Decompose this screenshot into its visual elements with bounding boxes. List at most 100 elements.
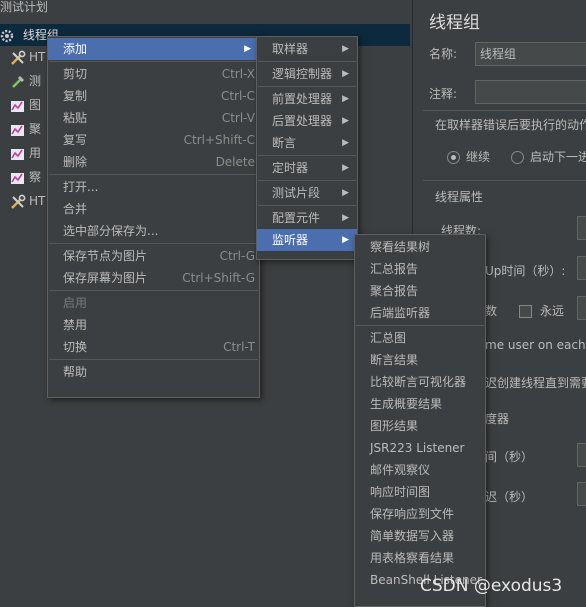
forever-label: 永远 <box>540 304 565 318</box>
context-menu-item[interactable]: 帮助 <box>48 361 259 383</box>
shortcut-label: Ctrl+Shift-G <box>182 271 255 285</box>
wrench-icon <box>10 50 26 66</box>
listener-submenu-item[interactable]: 聚合报告 <box>355 280 485 302</box>
gear-icon <box>0 28 16 44</box>
tree-item[interactable]: 用 <box>10 142 41 164</box>
name-field[interactable]: 线程组 <box>475 42 586 66</box>
tree-item[interactable]: HT <box>10 190 45 212</box>
tree-item-label: HT <box>29 194 46 208</box>
loop-field[interactable] <box>577 296 586 320</box>
submenu-arrow-icon: ▶ <box>342 69 349 79</box>
add-submenu-item-label: 断言 <box>272 136 297 150</box>
startup-delay-field[interactable] <box>577 482 586 506</box>
listener-submenu-item[interactable]: 比较断言可视化器 <box>355 371 485 393</box>
listener-submenu-item[interactable]: 汇总报告 <box>355 258 485 280</box>
listener-submenu-item-label: 图形结果 <box>370 419 419 433</box>
add-submenu-item[interactable]: 后置处理器 ▶ <box>257 110 357 132</box>
context-menu: 添加 ▶ 剪切 Ctrl-X 复制 Ctrl-C 粘贴 Ctrl-V 复写 Ctrl+Shift-… <box>47 36 260 398</box>
duration-label: 间（秒） <box>485 450 534 464</box>
shortcut-label: Ctrl-C <box>220 89 255 103</box>
add-submenu-item[interactable]: 监听器 ▶ <box>257 229 357 251</box>
tree-item[interactable]: 聚 <box>10 118 41 140</box>
context-menu-item-label: 删除 <box>63 155 88 169</box>
tree-item[interactable]: 图 <box>10 94 41 116</box>
forever-checkbox[interactable]: 永远 <box>519 302 564 319</box>
listener-submenu-item[interactable]: 断言结果 <box>355 349 485 371</box>
context-menu-item[interactable]: 禁用 <box>48 314 259 336</box>
same-user-label: me user on each it <box>485 338 586 352</box>
context-menu-item[interactable]: 删除 Delete <box>48 151 259 173</box>
startup-delay-label: 迟（秒） <box>485 490 534 504</box>
listener-submenu-item[interactable]: 用表格察看结果 <box>355 547 485 569</box>
listener-submenu-item[interactable]: 邮件观察仪 <box>355 459 485 481</box>
add-submenu-item[interactable]: 逻辑控制器 ▶ <box>257 63 357 85</box>
checkbox-icon <box>519 305 532 318</box>
thread-props-label: 线程属性 <box>435 190 484 204</box>
listener-submenu-item[interactable]: 后端监听器 <box>355 302 485 324</box>
context-menu-item[interactable]: 粘贴 Ctrl-V <box>48 107 259 129</box>
duration-field[interactable] <box>577 443 586 467</box>
menu-separator <box>49 290 258 291</box>
context-menu-item[interactable]: 剪切 Ctrl-X <box>48 63 259 85</box>
add-submenu-item[interactable]: 定时器 ▶ <box>257 157 357 179</box>
context-menu-item[interactable]: 保存屏幕为图片 Ctrl+Shift-G <box>48 267 259 289</box>
listener-submenu-item[interactable]: 保存响应到文件 <box>355 503 485 525</box>
rampup-field[interactable] <box>577 256 586 280</box>
shortcut-label: Ctrl+Shift-C <box>183 133 255 147</box>
menu-separator <box>356 325 484 326</box>
shortcut-label: Delete <box>215 155 255 169</box>
menu-separator <box>258 180 356 181</box>
listener-submenu-item[interactable]: 汇总图 <box>355 327 485 349</box>
submenu-arrow-icon: ▶ <box>342 116 349 126</box>
tree-item[interactable]: 察 <box>10 166 41 188</box>
context-menu-item-label: 切换 <box>63 340 88 354</box>
context-menu-item[interactable]: 复制 Ctrl-C <box>48 85 259 107</box>
menu-separator <box>49 359 258 360</box>
context-menu-item[interactable]: 保存节点为图片 Ctrl-G <box>48 245 259 267</box>
listener-submenu-item[interactable]: 生成概要结果 <box>355 393 485 415</box>
context-menu-item: 启用 <box>48 292 259 314</box>
context-menu-item[interactable]: 选中部分保存为... <box>48 220 259 242</box>
submenu-arrow-icon: ▶ <box>342 213 349 223</box>
tree-item[interactable]: 测 <box>10 70 41 92</box>
context-menu-item-label: 添加 <box>63 42 88 56</box>
radio-unselected-icon <box>511 151 524 164</box>
listener-submenu-item[interactable]: 响应时间图 <box>355 481 485 503</box>
tree-item-label: 聚 <box>29 122 42 136</box>
context-menu-item[interactable]: 打开... <box>48 176 259 198</box>
add-submenu-item[interactable]: 断言 ▶ <box>257 132 357 154</box>
delay-create-label: 迟创建线程直到需要 <box>485 376 586 390</box>
tree-item-label: 测试计划 <box>0 0 49 14</box>
submenu-arrow-icon: ▶ <box>342 235 349 245</box>
context-menu-item[interactable]: 复写 Ctrl+Shift-C <box>48 129 259 151</box>
add-submenu-item[interactable]: 取样器 ▶ <box>257 38 357 60</box>
submenu-arrow-icon: ▶ <box>342 94 349 104</box>
add-submenu-item-label: 取样器 <box>272 42 309 56</box>
comment-label: 注释: <box>429 87 458 101</box>
add-submenu-item[interactable]: 测试片段 ▶ <box>257 182 357 204</box>
add-submenu-item-label: 定时器 <box>272 161 309 175</box>
tree-item-label: 用 <box>29 146 42 160</box>
threads-field[interactable] <box>577 216 586 240</box>
radio-start-next[interactable]: 启动下一进 <box>511 148 586 165</box>
comment-field[interactable] <box>475 80 586 104</box>
graph-icon <box>10 122 26 138</box>
add-submenu-item[interactable]: 配置元件 ▶ <box>257 207 357 229</box>
listener-submenu-item-label: 聚合报告 <box>370 284 419 298</box>
submenu-arrow-icon: ▶ <box>342 138 349 148</box>
tree-item[interactable]: HT <box>10 46 45 68</box>
listener-submenu-item-label: 后端监听器 <box>370 306 431 320</box>
tree-item-label: HT <box>29 50 46 64</box>
add-submenu-item[interactable]: 前置处理器 ▶ <box>257 88 357 110</box>
context-menu-item[interactable]: 合并 <box>48 198 259 220</box>
radio-continue[interactable]: 继续 <box>447 148 490 165</box>
listener-submenu-item[interactable]: 图形结果 <box>355 415 485 437</box>
context-menu-item-label: 打开... <box>63 180 99 194</box>
context-menu-item[interactable]: 切换 Ctrl-T <box>48 336 259 358</box>
context-menu-item[interactable]: 添加 ▶ <box>48 38 259 60</box>
listener-submenu-item[interactable]: JSR223 Listener <box>355 437 485 459</box>
listener-submenu-item[interactable]: 简单数据写入器 <box>355 525 485 547</box>
listener-submenu-item[interactable]: 察看结果树 <box>355 236 485 258</box>
tree-item-test-plan[interactable]: 测试计划 <box>0 0 48 18</box>
add-submenu-item-label: 后置处理器 <box>272 114 333 128</box>
